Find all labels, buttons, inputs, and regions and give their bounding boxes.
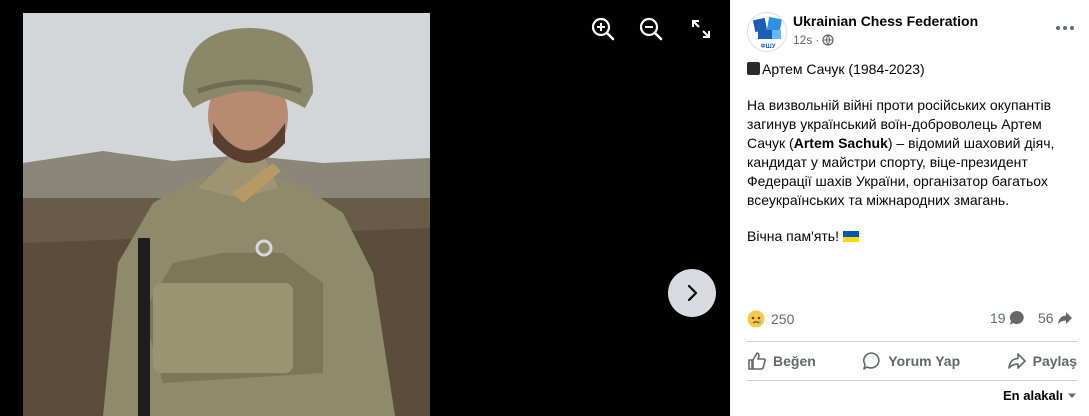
post-meta: 12s · [793,33,834,47]
page-name-link[interactable]: Ukrainian Chess Federation [793,13,978,29]
post-photo [23,13,430,416]
comment-count: 19 [990,310,1006,326]
fullscreen-icon [692,20,710,38]
share-label: Paylaş [1032,353,1077,369]
comment-icon [863,352,880,370]
next-photo-button[interactable] [668,269,716,317]
chevron-down-icon [1068,393,1076,398]
globe-icon [822,34,834,46]
black-square-emoji-icon [747,62,760,75]
comment-button[interactable]: Yorum Yap [862,351,960,371]
zoom-in-button[interactable] [590,16,616,42]
photo-viewer [0,0,730,416]
ukraine-flag-icon [842,231,859,242]
post-sidebar: ФШУ Ukrainian Chess Federation 12s · Арт… [730,0,1089,416]
comment-sort-label: En alakalı [1003,388,1063,403]
meta-separator: · [815,33,820,47]
post-title: Артем Сачук (1984-2023) [762,61,925,77]
comment-sort-dropdown[interactable]: En alakalı [1003,388,1077,403]
thumbs-up-icon [748,352,766,370]
body-bold-name: Artem Sachuk [793,135,888,151]
post-actions-bar: Beğen Yorum Yap Paylaş [747,341,1077,381]
comment-label: Yorum Yap [888,353,961,369]
more-dots-icon [1056,26,1074,30]
more-options-button[interactable] [1053,18,1077,38]
zoom-in-icon [591,17,615,41]
share-icon [1007,353,1026,369]
zoom-out-button[interactable] [638,16,664,42]
chess-federation-logo: ФШУ [752,17,782,50]
like-button[interactable]: Beğen [747,351,816,371]
post-stats: 250 19 56 [747,310,1077,330]
comment-count-link[interactable]: 19 [990,310,1025,326]
post-title-line: Артем Сачук (1984-2023) [747,60,1077,79]
share-button[interactable]: Paylaş [1007,351,1077,371]
page-avatar[interactable]: ФШУ [747,12,787,52]
reaction-summary[interactable]: 250 [747,310,794,328]
post-closing-line: Вічна пам'ять! [747,227,1077,246]
post-text: Артем Сачук (1984-2023) На визвольній ві… [747,60,1077,263]
share-count: 56 [1038,310,1054,326]
fullscreen-button[interactable] [688,16,714,42]
zoom-out-icon [639,17,663,41]
post-body: На визвольній війні проти російських оку… [747,96,1077,210]
post-timestamp[interactable]: 12s [793,33,812,47]
post-closing: Вічна пам'ять! [747,228,839,244]
comment-bubble-icon [1009,310,1024,325]
chevron-right-icon [687,284,698,302]
sad-reaction-icon [747,310,765,328]
share-count-link[interactable]: 56 [1038,310,1073,326]
reaction-count: 250 [771,311,795,327]
like-label: Beğen [773,353,816,369]
share-arrow-icon [1057,312,1072,324]
avatar-caption: ФШУ [761,44,776,50]
